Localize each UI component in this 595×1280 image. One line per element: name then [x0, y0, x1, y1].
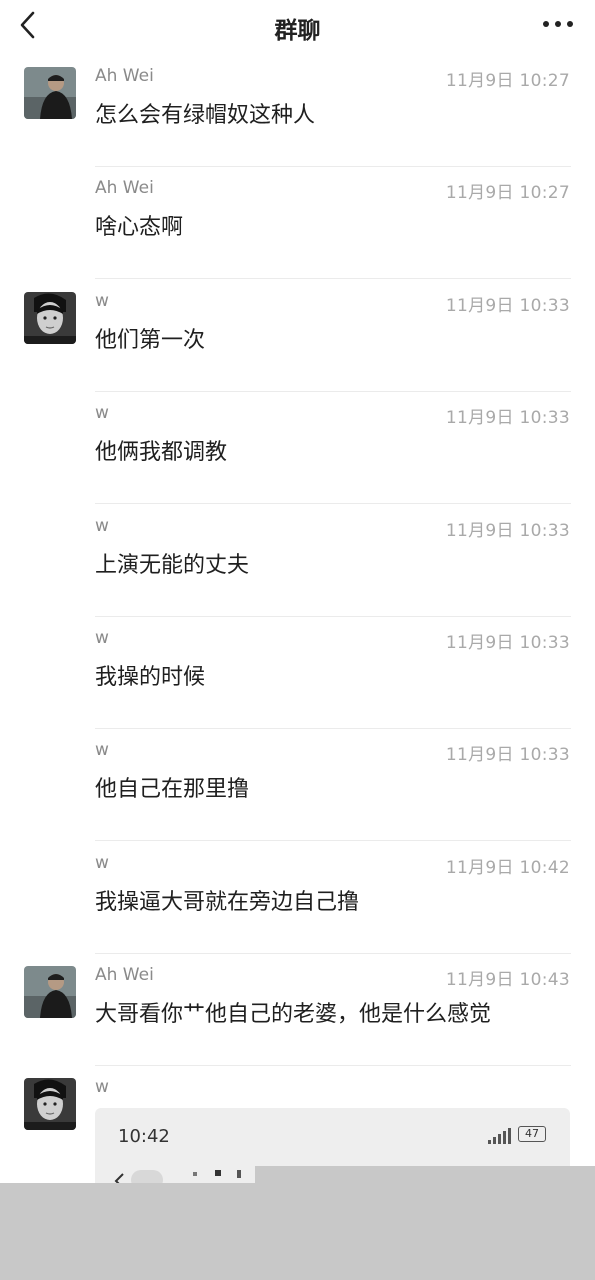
- signal-bars-icon: [488, 1128, 511, 1144]
- message-item[interactable]: w 11月9日 10:33 他俩我都调教: [0, 392, 595, 504]
- man-portrait-avatar-icon: [24, 1078, 76, 1130]
- message-item[interactable]: w 11月9日 10:33 他自己在那里撸: [0, 729, 595, 841]
- sender-name: w: [95, 628, 109, 648]
- attachment-status-time: 10:42: [118, 1126, 170, 1147]
- message-item[interactable]: w 11月9日 10:33 我操的时候: [0, 617, 595, 729]
- message-text: 我操的时候: [95, 665, 206, 690]
- message-text: 上演无能的丈夫: [95, 553, 250, 578]
- man-dark-jacket-avatar-icon: [24, 67, 76, 119]
- sender-name: w: [95, 291, 109, 311]
- sender-name: Ah Wei: [95, 66, 154, 86]
- page-title: 群聊: [274, 18, 321, 44]
- sender-name: Ah Wei: [95, 178, 154, 198]
- avatar[interactable]: [24, 67, 76, 119]
- message-text: 啥心态啊: [95, 215, 184, 240]
- sender-name: w: [95, 1077, 109, 1097]
- message-time: 11月9日 10:33: [445, 408, 570, 428]
- man-portrait-avatar-icon: [24, 292, 76, 344]
- message-time: 11月9日 10:27: [445, 183, 570, 203]
- divider: [95, 503, 571, 504]
- sender-name: w: [95, 740, 109, 760]
- message-item[interactable]: Ah Wei 11月9日 10:43 大哥看你艹他自己的老婆，他是什么感觉: [0, 954, 595, 1066]
- message-item[interactable]: w 11月9日 10:42 我操逼大哥就在旁边自己撸: [0, 842, 595, 954]
- sender-name: w: [95, 403, 109, 423]
- message-text: 怎么会有绿帽奴这种人: [95, 103, 316, 128]
- avatar[interactable]: [24, 292, 76, 344]
- message-time: 11月9日 10:42: [445, 858, 570, 878]
- blurred-content-icon: [193, 1170, 241, 1178]
- divider: [95, 840, 571, 841]
- sender-name: w: [95, 853, 109, 873]
- divider: [95, 278, 571, 279]
- more-dots-icon[interactable]: [541, 14, 575, 34]
- message-time: 11月9日 10:33: [445, 521, 570, 541]
- message-text: 我操逼大哥就在旁边自己撸: [95, 890, 360, 915]
- message-text: 他自己在那里撸: [95, 777, 250, 802]
- gray-overlay: [0, 1183, 595, 1280]
- message-text: 他俩我都调教: [95, 440, 228, 465]
- message-time: 11月9日 10:33: [445, 296, 570, 316]
- message-time: 11月9日 10:27: [445, 71, 570, 91]
- message-time: 11月9日 10:43: [445, 970, 570, 990]
- message-time: 11月9日 10:33: [445, 633, 570, 653]
- message-text: 他们第一次: [95, 328, 206, 353]
- message-item[interactable]: w 11月9日 10:33 上演无能的丈夫: [0, 505, 595, 617]
- message-time: 11月9日 10:33: [445, 745, 570, 765]
- man-dark-jacket-avatar-icon: [24, 966, 76, 1018]
- sender-name: Ah Wei: [95, 965, 154, 985]
- message-item[interactable]: Ah Wei 11月9日 10:27 怎么会有绿帽奴这种人: [0, 55, 595, 167]
- message-text: 大哥看你艹他自己的老婆，他是什么感觉: [95, 1002, 492, 1027]
- avatar[interactable]: [24, 1078, 76, 1130]
- battery-icon: 47: [518, 1126, 546, 1142]
- message-item[interactable]: Ah Wei 11月9日 10:27 啥心态啊: [0, 167, 595, 279]
- avatar[interactable]: [24, 966, 76, 1018]
- sender-name: w: [95, 516, 109, 536]
- message-item[interactable]: w 11月9日 10:33 他们第一次: [0, 280, 595, 392]
- top-bar: 群聊: [0, 0, 595, 52]
